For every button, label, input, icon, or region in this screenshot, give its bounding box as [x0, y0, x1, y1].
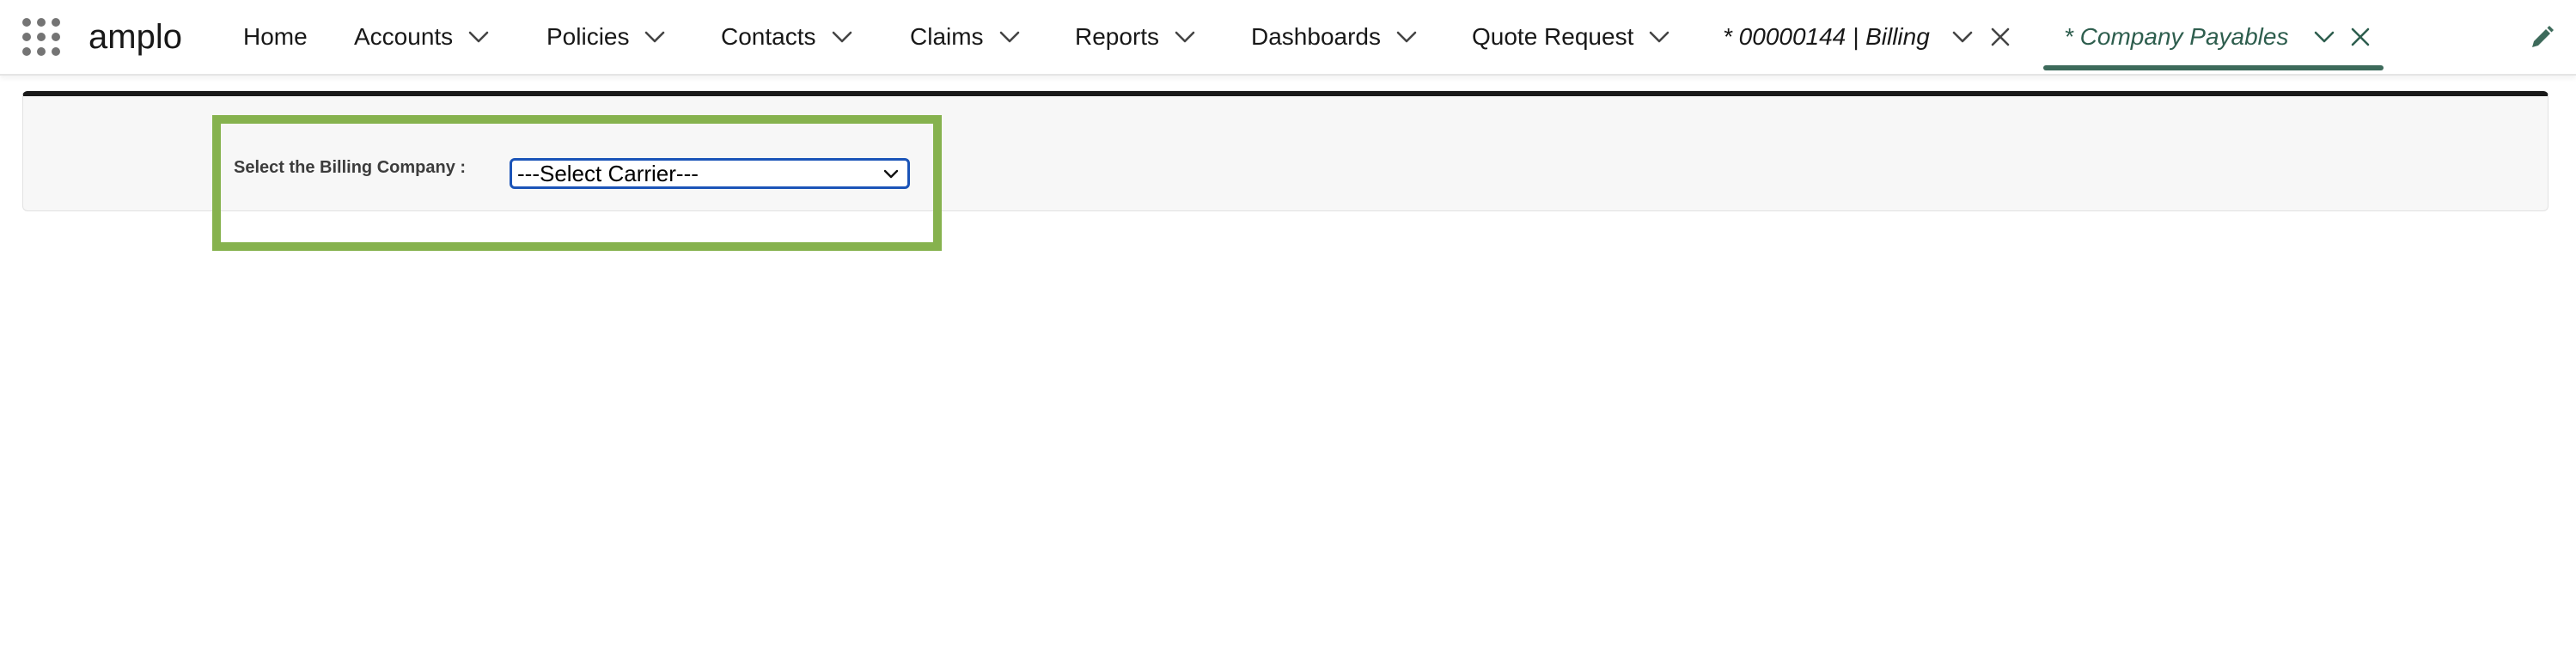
chevron-down-icon[interactable]: [1947, 21, 1978, 52]
nav-item-home[interactable]: Home: [243, 0, 308, 74]
nav-item-label: Policies: [546, 23, 630, 50]
nav-item-policies[interactable]: Policies: [546, 0, 670, 74]
close-icon[interactable]: [1987, 23, 2014, 51]
nav-item-label: Contacts: [721, 23, 816, 50]
nav-item-label: Reports: [1075, 23, 1160, 50]
workspace-tab-company-payables[interactable]: * Company Payables: [2064, 0, 2374, 74]
active-tab-indicator: [2043, 65, 2384, 70]
nav-item-label: Quote Request: [1472, 23, 1634, 50]
app-launcher-grid-icon[interactable]: [22, 18, 60, 56]
nav-item-contacts[interactable]: Contacts: [721, 0, 858, 74]
billing-company-label: Select the Billing Company :: [234, 158, 467, 177]
chevron-down-icon[interactable]: [463, 21, 494, 52]
nav-item-reports[interactable]: Reports: [1075, 0, 1200, 74]
carrier-select[interactable]: ---Select Carrier---: [510, 158, 910, 189]
workspace-tab-label: * Company Payables: [2064, 23, 2289, 50]
app-name: amplo: [89, 18, 182, 56]
close-icon[interactable]: [2347, 23, 2374, 51]
nav-item-accounts[interactable]: Accounts: [354, 0, 494, 74]
chevron-down-icon[interactable]: [1391, 21, 1422, 52]
nav-item-quote-request[interactable]: Quote Request: [1472, 0, 1675, 74]
nav-item-label: Dashboards: [1251, 23, 1381, 50]
nav-item-label: Home: [243, 23, 308, 50]
chevron-down-icon[interactable]: [2309, 21, 2340, 52]
global-header: amplo Home Accounts Policies Contacts Cl…: [0, 0, 2576, 76]
workspace-tab-label: * 00000144 | Billing: [1723, 23, 1930, 50]
pencil-icon[interactable]: [2528, 24, 2555, 52]
chevron-down-icon[interactable]: [994, 21, 1025, 52]
nav-item-label: Accounts: [354, 23, 454, 50]
carrier-select-value: ---Select Carrier---: [517, 160, 699, 186]
workspace-tab-billing[interactable]: * 00000144 | Billing: [1723, 0, 2014, 74]
chevron-down-icon[interactable]: [827, 21, 858, 52]
nav-item-claims[interactable]: Claims: [910, 0, 1025, 74]
chevron-down-icon: [882, 164, 900, 183]
chevron-down-icon[interactable]: [1644, 21, 1675, 52]
chevron-down-icon[interactable]: [639, 21, 670, 52]
chevron-down-icon[interactable]: [1169, 21, 1200, 52]
nav-item-label: Claims: [910, 23, 984, 50]
nav-item-dashboards[interactable]: Dashboards: [1251, 0, 1422, 74]
